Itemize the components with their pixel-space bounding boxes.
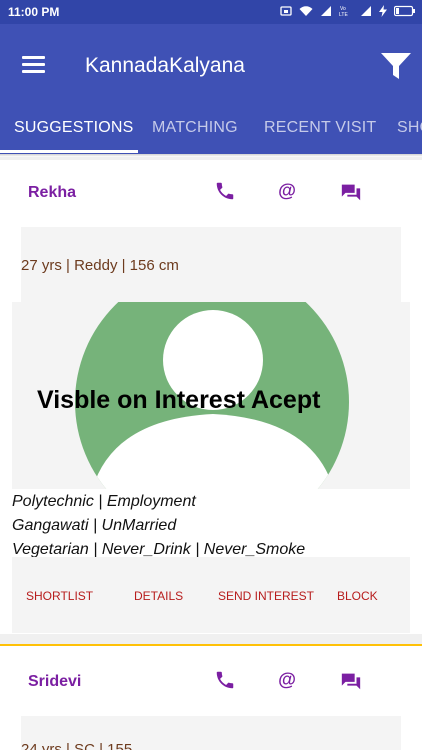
profile-summary: 27 yrs | Reddy | 156 cm	[21, 257, 179, 274]
svg-text:@: @	[278, 669, 296, 690]
profile-photo[interactable]: Visble on Interest Acept	[12, 302, 410, 489]
menu-button[interactable]	[22, 56, 45, 74]
signal-icon-2	[360, 5, 372, 17]
block-button[interactable]: BLOCK	[337, 589, 378, 603]
profile-summary-box: 27 yrs | Reddy | 156 cm	[21, 227, 401, 302]
call-icon[interactable]	[214, 669, 236, 691]
tab-bar: SUGGESTIONS MATCHING RECENT VISIT SHO	[0, 104, 422, 154]
profile-summary-box: 24 yrs | SC | 155	[21, 716, 401, 750]
profile-name[interactable]: Rekha	[28, 184, 76, 202]
profile-education: Polytechnic | Employment	[12, 493, 196, 510]
tab-shortlisted[interactable]: SHO	[397, 119, 422, 137]
profile-location: Gangawati | UnMarried	[12, 517, 177, 534]
tab-matching[interactable]: MATCHING	[152, 119, 238, 137]
profile-summary: 24 yrs | SC | 155	[21, 741, 133, 750]
svg-text:LTE: LTE	[339, 12, 348, 18]
signal-icon	[320, 5, 332, 17]
email-icon[interactable]: @	[276, 669, 298, 691]
send-interest-button[interactable]: SEND INTEREST	[218, 589, 314, 603]
status-bar: 11:00 PM Vo LTE	[0, 0, 422, 24]
battery-icon	[394, 5, 416, 17]
tab-indicator	[0, 150, 138, 153]
photo-visibility-notice: Visble on Interest Acept	[37, 386, 321, 414]
call-icon[interactable]	[214, 180, 236, 202]
cast-icon	[280, 5, 292, 17]
charging-icon	[379, 5, 387, 17]
status-time: 11:00 PM	[8, 5, 60, 19]
tab-recent-visit[interactable]: RECENT VISIT	[264, 119, 376, 137]
profile-list[interactable]: Rekha @ 27 yrs | Reddy | 156 cm Visble o…	[0, 157, 422, 750]
tab-suggestions[interactable]: SUGGESTIONS	[14, 119, 134, 137]
details-button[interactable]: DETAILS	[134, 589, 183, 603]
profile-card[interactable]: Rekha @ 27 yrs | Reddy | 156 cm Visble o…	[0, 160, 422, 634]
wifi-icon	[299, 5, 313, 17]
chat-icon[interactable]	[340, 670, 362, 692]
card-divider	[0, 644, 422, 646]
status-icons: Vo LTE	[280, 4, 416, 18]
profile-action-bar: SHORTLIST DETAILS SEND INTEREST BLOCK	[12, 557, 410, 633]
volte-lte-icon: Vo LTE	[339, 4, 353, 18]
filter-button[interactable]	[380, 50, 412, 82]
app-bar: KannadaKalyana	[0, 24, 422, 112]
filter-icon	[381, 53, 411, 79]
svg-text:@: @	[278, 180, 296, 201]
profile-card[interactable]: Sridevi @ 24 yrs | SC | 155	[0, 646, 422, 750]
menu-icon	[22, 56, 45, 59]
email-icon[interactable]: @	[276, 180, 298, 202]
chat-icon[interactable]	[340, 181, 362, 203]
profile-name[interactable]: Sridevi	[28, 673, 81, 691]
shortlist-button[interactable]: SHORTLIST	[26, 589, 93, 603]
app-title: KannadaKalyana	[85, 54, 245, 77]
